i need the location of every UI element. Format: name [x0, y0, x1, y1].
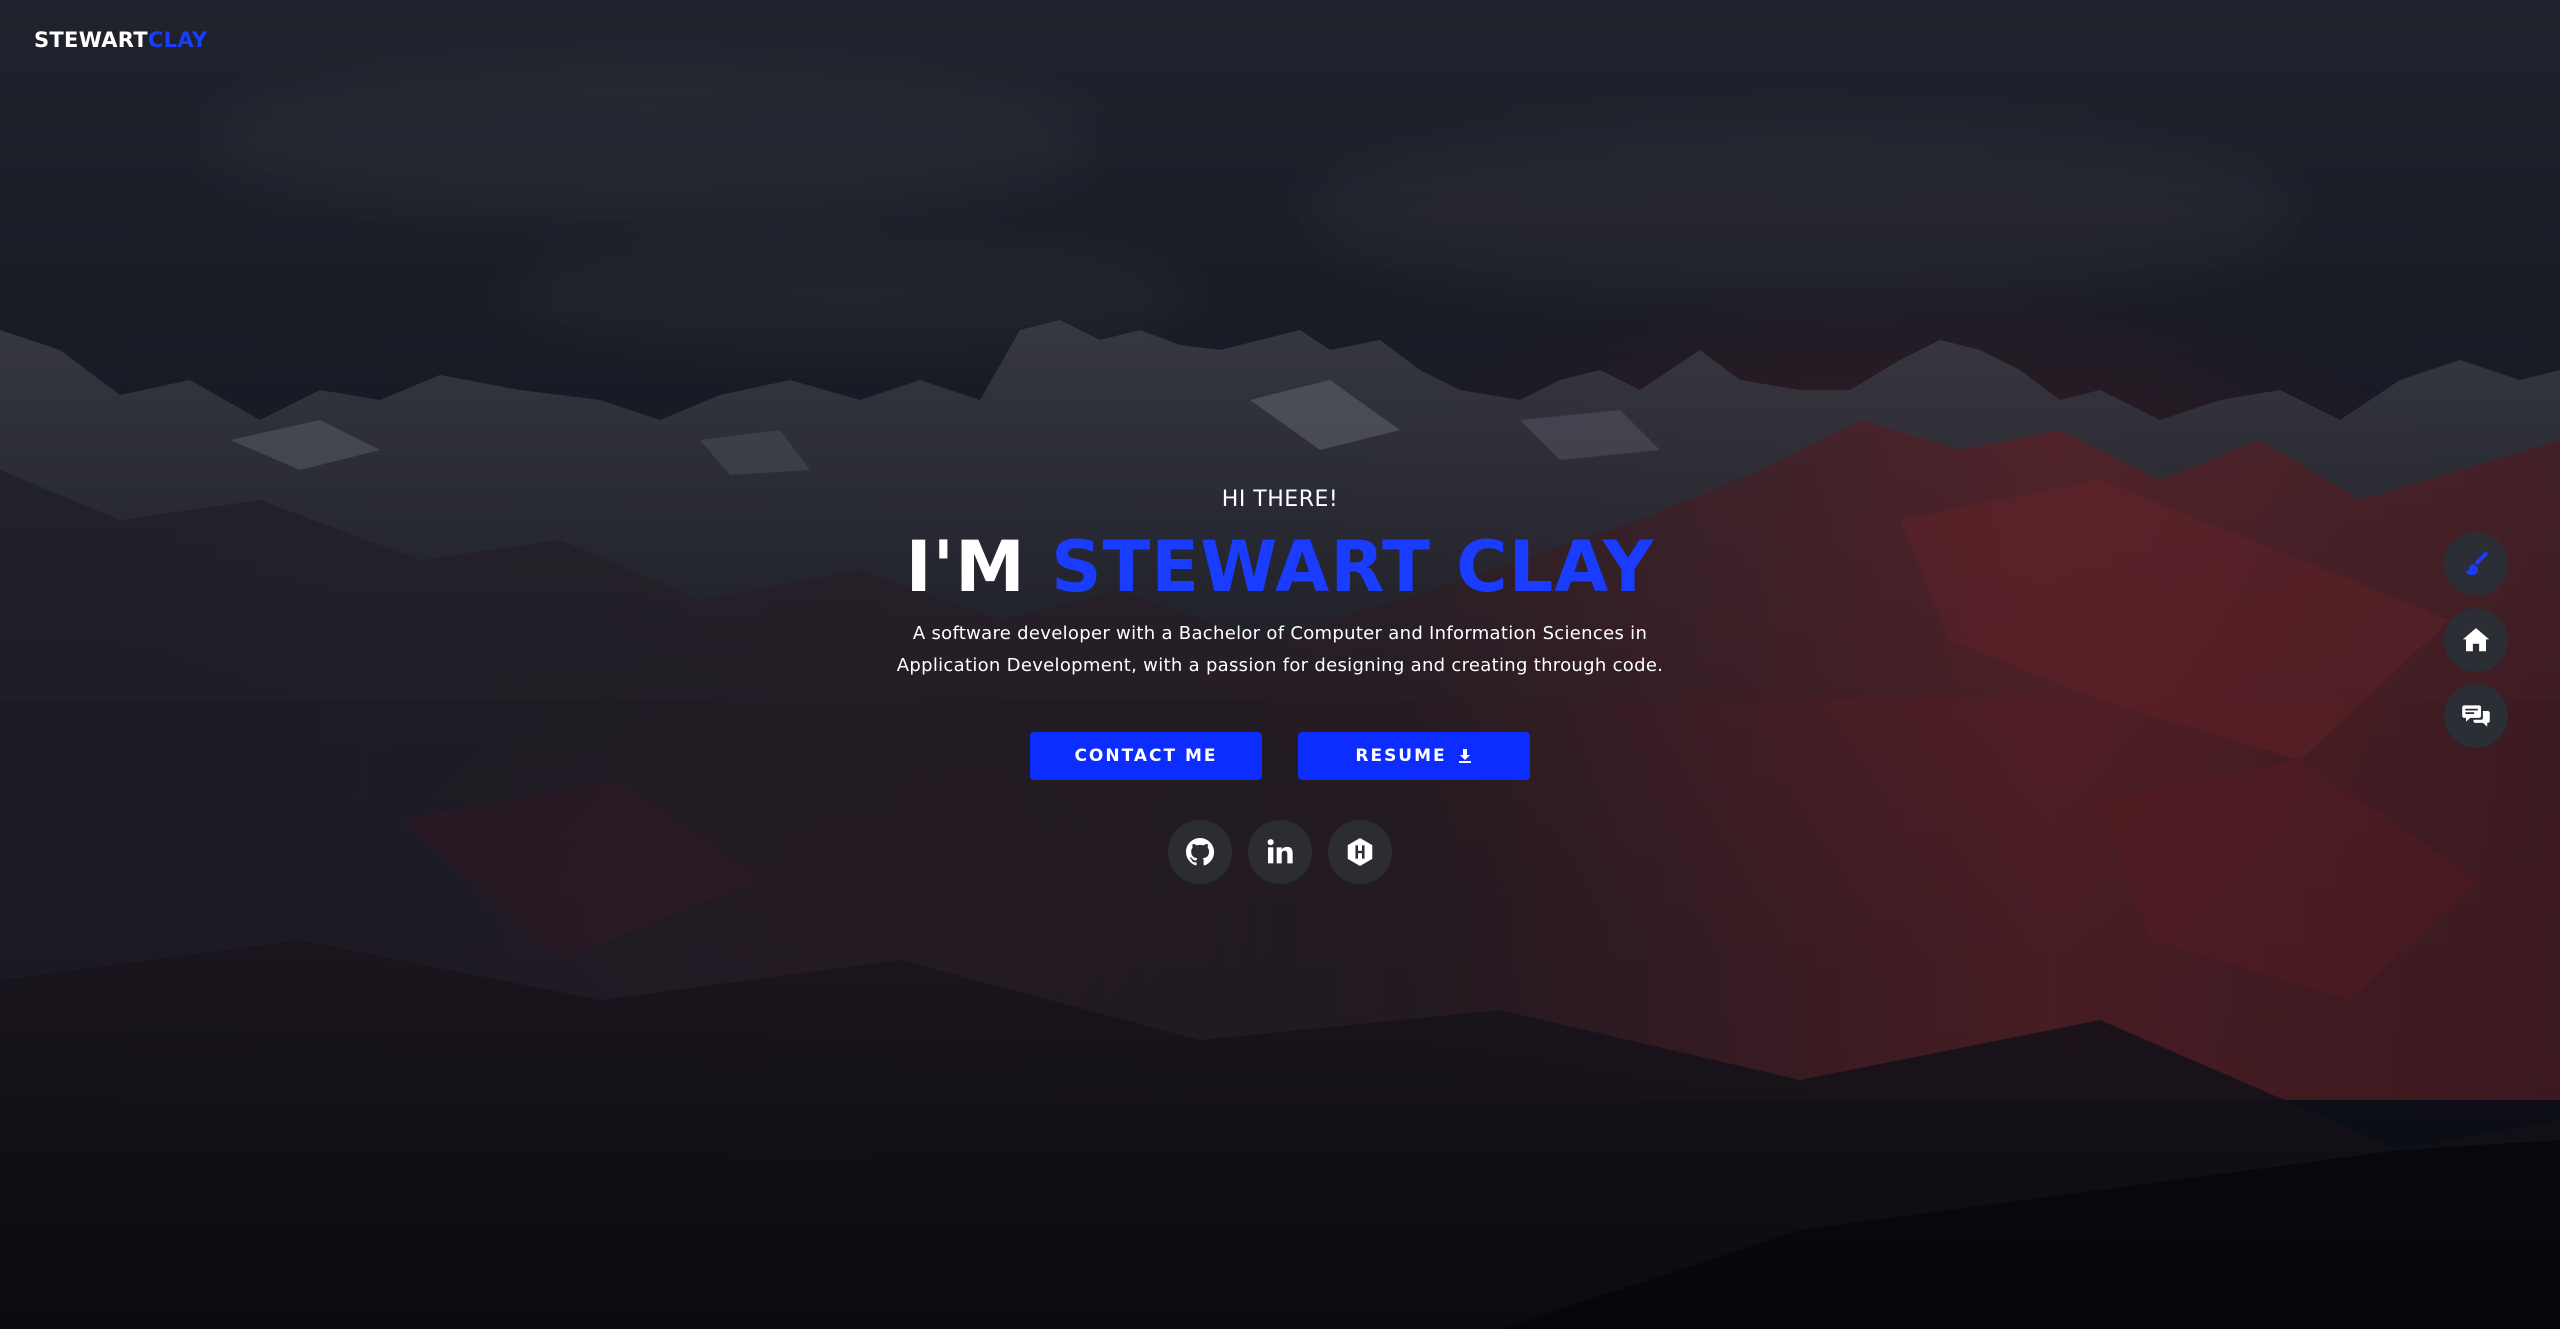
hero-tagline: A software developer with a Bachelor of … — [896, 623, 1664, 676]
linkedin-icon — [1267, 839, 1293, 864]
chat-button[interactable] — [2444, 684, 2508, 748]
paint-brush-icon — [2465, 551, 2488, 575]
home-icon — [2462, 628, 2490, 652]
contact-me-button[interactable]: CONTACT ME — [1030, 732, 1262, 780]
github-icon — [1186, 838, 1215, 866]
hero-greeting: HI THERE! — [1221, 487, 1339, 512]
chat-icon — [2462, 705, 2490, 727]
linkedin-link[interactable] — [1248, 820, 1312, 884]
github-link[interactable] — [1168, 820, 1232, 884]
hero-actions: CONTACT ME RESUME — [0, 732, 2560, 780]
hero-headline: I'M STEWART CLAY — [0, 524, 2560, 610]
brand-logo[interactable]: STEWARTCLAY — [34, 28, 207, 52]
resume-label: RESUME — [1355, 746, 1447, 766]
brand-last-name: CLAY — [147, 28, 208, 52]
headline-prefix: I'M — [905, 526, 1026, 608]
hackerrank-link[interactable] — [1328, 820, 1392, 884]
floating-side-nav — [2444, 532, 2508, 748]
download-icon — [1458, 749, 1471, 763]
social-links — [0, 820, 2560, 884]
resume-button[interactable]: RESUME — [1298, 732, 1530, 780]
theme-button[interactable] — [2444, 532, 2508, 596]
hackerrank-icon — [1347, 838, 1373, 866]
home-button[interactable] — [2444, 608, 2508, 672]
contact-me-label: CONTACT ME — [1074, 746, 1218, 766]
headline-name: STEWART CLAY — [1051, 526, 1655, 608]
brand-first-name: STEWART — [34, 28, 148, 52]
page: STEWARTCLAY HI THERE! I'M STEWART CLAY A… — [0, 0, 2560, 1329]
hero-section: HI THERE! I'M STEWART CLAY A software de… — [0, 484, 2560, 884]
